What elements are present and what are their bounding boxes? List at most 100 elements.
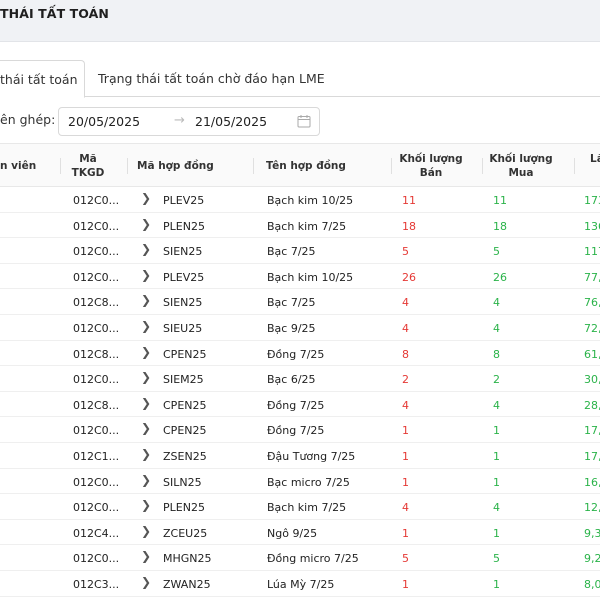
- tab-bar: thái tất toán Trạng thái tất toán chờ đá…: [0, 42, 600, 98]
- buy-volume-cell: 1: [493, 424, 500, 438]
- sell-volume-cell: 8: [402, 347, 409, 361]
- table-row[interactable]: 012C1... ❯ ZSEN25 Đậu Tương 7/25 1 1 17,0: [0, 443, 600, 469]
- chevron-right-icon[interactable]: ❯: [141, 217, 151, 231]
- table-row[interactable]: 012C8... ❯ CPEN25 Đồng 7/25 4 4 28,0: [0, 392, 600, 418]
- chevron-right-icon[interactable]: ❯: [141, 447, 151, 461]
- buy-volume-cell: 4: [493, 398, 500, 412]
- table-header: n viên Mã TKGD Mã hợp đồng Tên hợp đồng …: [0, 143, 600, 187]
- extra-cell: 61,0: [584, 347, 600, 361]
- chevron-right-icon[interactable]: ❯: [141, 242, 151, 256]
- page-title: THÁI TẤT TOÁN: [0, 6, 109, 21]
- chevron-right-icon[interactable]: ❯: [141, 473, 151, 487]
- extra-cell: 17,0: [584, 449, 600, 463]
- extra-cell: 77,9: [584, 270, 600, 284]
- col-buy-volume: Khối lượng Mua: [489, 153, 553, 179]
- buy-volume-cell: 5: [493, 245, 500, 259]
- sell-volume-cell: 2: [402, 373, 409, 387]
- calendar-icon[interactable]: [297, 114, 311, 128]
- tab-settlement-status[interactable]: thái tất toán: [0, 60, 85, 98]
- extra-cell: 173: [584, 194, 600, 207]
- table-row[interactable]: 012C0... ❯ PLEN25 Bạch kim 7/25 18 18 136: [0, 213, 600, 239]
- table-body: 012C0...❯PLEV25Bạch kim 10/251111173012C…: [0, 187, 600, 597]
- contract-code-cell: SIEN25: [163, 245, 203, 259]
- account-cell: 012C0...: [73, 270, 120, 284]
- arrow-right-icon: →: [174, 113, 185, 128]
- filter-label: ên ghép:: [0, 112, 56, 127]
- table-row[interactable]: 012C8... ❯ SIEN25 Bạc 7/25 4 4 76,0: [0, 289, 600, 315]
- chevron-right-icon[interactable]: ❯: [141, 191, 151, 205]
- chevron-right-icon[interactable]: ❯: [141, 498, 151, 512]
- sell-volume-cell: 4: [402, 501, 409, 515]
- table-row[interactable]: 012C0... ❯ SIEM25 Bạc 6/25 2 2 30,0: [0, 366, 600, 392]
- table-row[interactable]: 012C0... ❯ SILN25 Bạc micro 7/25 1 1 16,0: [0, 469, 600, 495]
- extra-cell: 17,0: [584, 424, 600, 438]
- contract-name-cell: Bạch kim 10/25: [267, 194, 354, 207]
- date-to-input[interactable]: 21/05/2025: [195, 114, 267, 129]
- table-row[interactable]: 012C0... ❯ PLEN25 Bạch kim 7/25 4 4 12,0: [0, 494, 600, 520]
- chevron-right-icon[interactable]: ❯: [141, 524, 151, 538]
- chevron-right-icon[interactable]: ❯: [141, 293, 151, 307]
- extra-cell: 30,0: [584, 373, 600, 387]
- chevron-right-icon[interactable]: ❯: [141, 345, 151, 359]
- table-row[interactable]: 012C4... ❯ ZCEU25 Ngô 9/25 1 1 9,3: [0, 520, 600, 546]
- table-row[interactable]: 012C0... ❯ SIEU25 Bạc 9/25 4 4 72,0: [0, 315, 600, 341]
- chevron-right-icon[interactable]: ❯: [141, 319, 151, 333]
- account-cell: 012C4...: [73, 526, 120, 540]
- buy-volume-cell: 1: [493, 449, 500, 463]
- date-range-picker[interactable]: 20/05/2025 → 21/05/2025: [58, 107, 320, 136]
- chevron-right-icon[interactable]: ❯: [141, 421, 151, 435]
- extra-cell: 28,0: [584, 398, 600, 412]
- chevron-right-icon[interactable]: ❯: [141, 396, 151, 410]
- contract-code-cell: PLEV25: [163, 270, 205, 284]
- extra-cell: 117: [584, 245, 600, 259]
- col-account: Mã TKGD: [71, 153, 105, 179]
- settlement-table: n viên Mã TKGD Mã hợp đồng Tên hợp đồng …: [0, 143, 600, 597]
- sell-volume-cell: 1: [402, 424, 409, 438]
- contract-name-cell: Đậu Tương 7/25: [267, 449, 356, 463]
- date-from-input[interactable]: 20/05/2025: [68, 114, 140, 129]
- extra-cell: 12,0: [584, 501, 600, 515]
- buy-volume-cell: 11: [493, 194, 507, 207]
- chevron-right-icon[interactable]: ❯: [141, 370, 151, 384]
- account-cell: 012C0...: [73, 245, 120, 259]
- col-sell-volume: Khối lượng Bán: [399, 153, 463, 179]
- table-row[interactable]: 012C0... ❯ CPEN25 Đồng 7/25 1 1 17,0: [0, 417, 600, 443]
- sell-volume-cell: 18: [402, 219, 416, 233]
- table-row[interactable]: 012C0... ❯ PLEV25 Bạch kim 10/25 11 11 173: [0, 187, 600, 213]
- tab-label: thái tất toán: [0, 72, 78, 87]
- col-contract-code: Mã hợp đồng: [137, 160, 214, 172]
- extra-cell: 8,0: [584, 577, 600, 591]
- contract-code-cell: SILN25: [163, 475, 202, 489]
- table-row[interactable]: 012C0... ❯ PLEV25 Bạch kim 10/25 26 26 77,9: [0, 264, 600, 290]
- contract-name-cell: Đồng micro 7/25: [267, 552, 359, 566]
- tab-lme-pending-settlement[interactable]: Trạng thái tất toán chờ đáo hạn LME: [98, 60, 325, 98]
- account-cell: 012C8...: [73, 347, 120, 361]
- chevron-right-icon[interactable]: ❯: [141, 549, 151, 563]
- sell-volume-cell: 1: [402, 449, 409, 463]
- col-contract-name: Tên hợp đồng: [266, 160, 346, 172]
- account-cell: 012C0...: [73, 501, 120, 515]
- contract-code-cell: SIEM25: [163, 373, 204, 387]
- contract-name-cell: Đồng 7/25: [267, 347, 325, 361]
- table-row[interactable]: 012C0... ❯ SIEN25 Bạc 7/25 5 5 117: [0, 238, 600, 264]
- account-cell: 012C3...: [73, 577, 120, 591]
- account-cell: 012C0...: [73, 194, 120, 207]
- table-row[interactable]: 012C0... ❯ MHGN25 Đồng micro 7/25 5 5 9,2: [0, 545, 600, 571]
- chevron-right-icon[interactable]: ❯: [141, 575, 151, 589]
- buy-volume-cell: 1: [493, 577, 500, 591]
- contract-name-cell: Bạc 7/25: [267, 296, 316, 310]
- table-row[interactable]: 012C3... ❯ ZWAN25 Lúa Mỳ 7/25 1 1 8,0: [0, 571, 600, 597]
- sell-volume-cell: 26: [402, 270, 416, 284]
- extra-cell: 72,0: [584, 321, 600, 335]
- table-row[interactable]: 012C8... ❯ CPEN25 Đồng 7/25 8 8 61,0: [0, 341, 600, 367]
- extra-cell: 76,0: [584, 296, 600, 310]
- extra-cell: 16,0: [584, 475, 600, 489]
- sell-volume-cell: 4: [402, 296, 409, 310]
- contract-code-cell: PLEN25: [163, 501, 205, 515]
- contract-name-cell: Lúa Mỳ 7/25: [267, 577, 335, 591]
- contract-name-cell: Ngô 9/25: [267, 526, 318, 540]
- contract-code-cell: ZCEU25: [163, 526, 208, 540]
- sell-volume-cell: 1: [402, 526, 409, 540]
- buy-volume-cell: 2: [493, 373, 500, 387]
- chevron-right-icon[interactable]: ❯: [141, 268, 151, 282]
